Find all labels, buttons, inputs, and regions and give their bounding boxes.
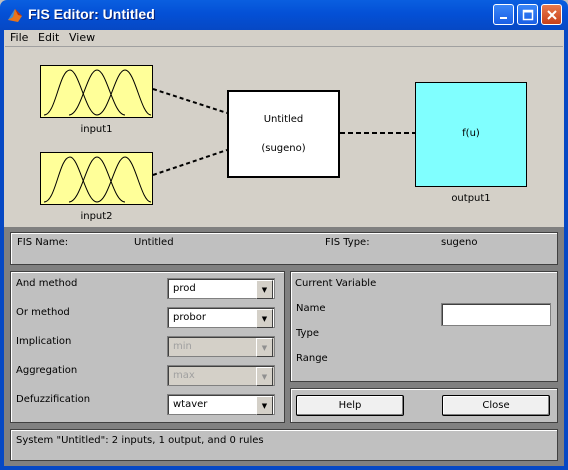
and-method-value: prod	[173, 283, 196, 294]
aggregation-label: Aggregation	[16, 365, 78, 376]
dropdown-arrow-icon: ▼	[256, 367, 273, 386]
implication-label: Implication	[16, 336, 72, 347]
variable-range-label: Range	[296, 353, 328, 364]
or-method-select[interactable]: probor ▼	[167, 307, 275, 328]
output-function: f(u)	[462, 128, 480, 139]
defuzzification-label: Defuzzification	[16, 394, 91, 405]
fis-type-value: sugeno	[441, 237, 478, 248]
system-type: (sugeno)	[261, 143, 306, 154]
dropdown-arrow-icon[interactable]: ▼	[256, 396, 273, 415]
and-method-label: And method	[16, 278, 78, 289]
aggregation-select: max ▼	[167, 365, 275, 386]
input1-label: input1	[80, 124, 113, 135]
fis-name-label: FIS Name:	[17, 237, 69, 248]
dropdown-arrow-icon[interactable]: ▼	[256, 309, 273, 328]
close-button[interactable]: Close	[442, 395, 550, 416]
input1-block[interactable]	[40, 65, 153, 118]
current-variable-heading: Current Variable	[295, 278, 377, 289]
input2-label: input2	[80, 211, 113, 222]
variable-type-label: Type	[296, 328, 319, 339]
system-name: Untitled	[263, 114, 304, 125]
aggregation-value: max	[173, 370, 195, 381]
dropdown-arrow-icon: ▼	[256, 338, 273, 357]
dropdown-arrow-icon[interactable]: ▼	[256, 280, 273, 299]
status-text: System "Untitled": 2 inputs, 1 output, a…	[16, 435, 264, 446]
output1-label: output1	[451, 193, 491, 204]
implication-value: min	[173, 341, 192, 352]
membership-functions-icon	[43, 156, 152, 203]
fis-name-value: Untitled	[134, 237, 174, 248]
membership-functions-icon	[43, 69, 152, 116]
variable-name-field[interactable]	[441, 303, 551, 326]
fis-type-label: FIS Type:	[325, 237, 370, 248]
implication-select: min ▼	[167, 336, 275, 357]
and-method-select[interactable]: prod ▼	[167, 278, 275, 299]
defuzzification-select[interactable]: wtaver ▼	[167, 394, 275, 415]
defuzzification-value: wtaver	[173, 399, 208, 410]
or-method-value: probor	[173, 312, 206, 323]
variable-name-label: Name	[296, 303, 326, 314]
help-button[interactable]: Help	[296, 395, 404, 416]
input2-block[interactable]	[40, 152, 153, 205]
system-block[interactable]	[227, 90, 340, 178]
or-method-label: Or method	[16, 307, 70, 318]
